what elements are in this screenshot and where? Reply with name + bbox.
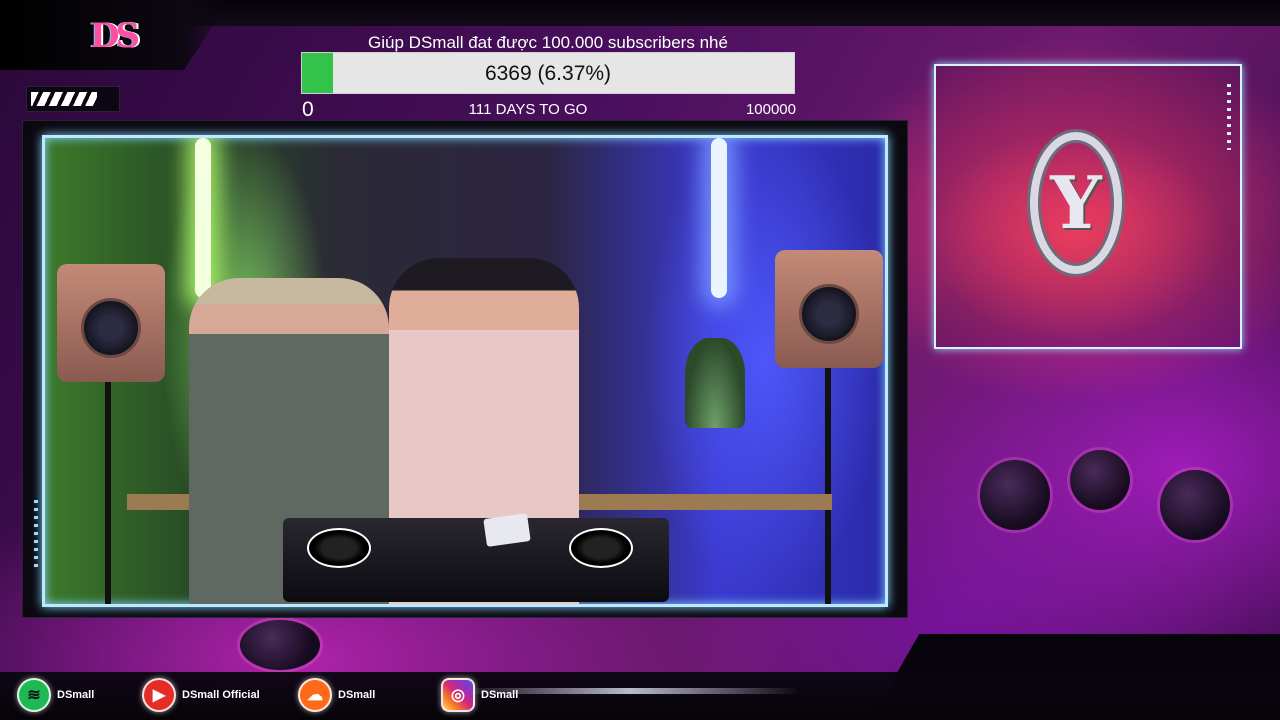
speaker-stand bbox=[825, 368, 831, 604]
social-instagram[interactable]: ◎ DSmall bbox=[441, 678, 518, 712]
instagram-icon: ◎ bbox=[441, 678, 475, 712]
goal-days-label: 111 DAYS TO GO bbox=[468, 101, 588, 118]
bg-knob bbox=[1070, 450, 1130, 510]
camera-feed bbox=[42, 135, 888, 607]
jog-wheel-right bbox=[569, 528, 633, 568]
goal-title: Giúp DSmall đat được 100.000 subscribers… bbox=[368, 33, 728, 52]
social-label: DSmall bbox=[338, 689, 376, 701]
spotify-icon: ≋ bbox=[17, 678, 51, 712]
bg-knob bbox=[980, 460, 1050, 530]
speaker-cone bbox=[81, 298, 141, 358]
panel-dots-decoration bbox=[1227, 84, 1231, 150]
youtube-icon: ▶ bbox=[142, 678, 176, 712]
speaker-stand bbox=[105, 382, 111, 604]
blue-neon-light bbox=[711, 138, 727, 298]
social-soundcloud[interactable]: ☁ DSmall bbox=[298, 678, 375, 712]
stripes-decoration bbox=[31, 92, 97, 106]
speaker-cone bbox=[799, 284, 859, 344]
channel-logo-glyph: Y bbox=[1050, 160, 1102, 245]
goal-progress-text: 6369 (6.37%) bbox=[484, 62, 612, 85]
social-label: DSmall bbox=[57, 689, 95, 701]
goal-max-label: 100000 bbox=[745, 101, 796, 118]
soundcloud-icon: ☁ bbox=[298, 678, 332, 712]
brand-logo: DS bbox=[89, 16, 140, 56]
social-spotify[interactable]: ≋ DSmall bbox=[17, 678, 94, 712]
goal-progress-bar: 6369 (6.37%) bbox=[301, 52, 795, 94]
logo-stripe-bar bbox=[26, 86, 120, 112]
dj-controller bbox=[283, 518, 669, 602]
green-neon-light bbox=[195, 138, 211, 298]
bg-knob bbox=[1160, 470, 1230, 540]
social-youtube[interactable]: ▶ DSmall Official bbox=[142, 678, 260, 712]
right-speaker bbox=[775, 250, 883, 368]
bg-knob bbox=[240, 620, 320, 670]
jog-wheel-left bbox=[307, 528, 371, 568]
left-speaker bbox=[57, 264, 165, 382]
social-label: DSmall Official bbox=[182, 689, 260, 701]
camera-dots-decoration bbox=[34, 500, 38, 570]
social-label: DSmall bbox=[481, 689, 519, 701]
plant bbox=[685, 338, 745, 428]
goal-min-label: 0 bbox=[302, 98, 314, 121]
